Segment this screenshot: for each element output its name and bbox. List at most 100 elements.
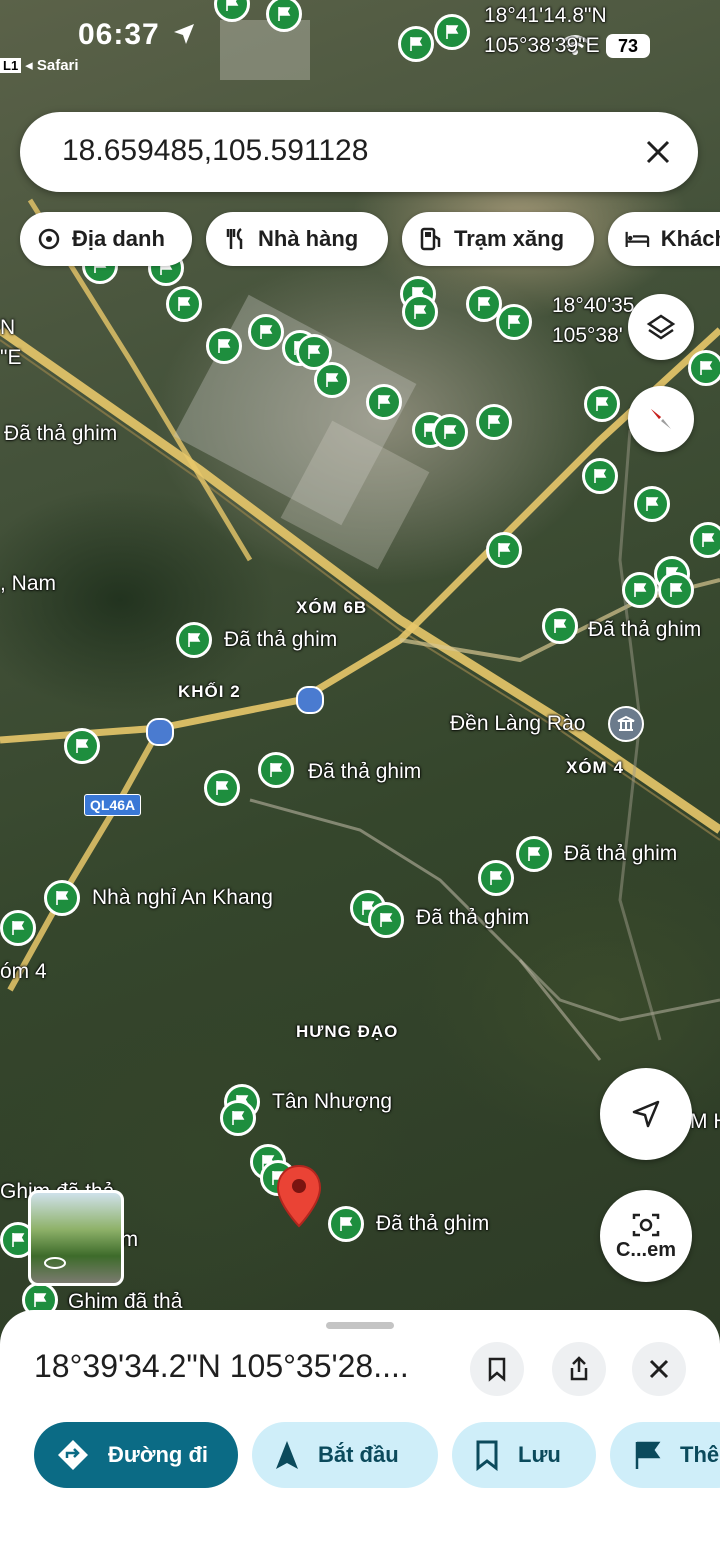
chip-hotels[interactable]: Khách: [608, 212, 720, 266]
satellite-map[interactable]: 06:37 L1 ◂ Safari 73 18°41'14.8"N 105°38'…: [0, 0, 720, 1340]
close-sheet-button[interactable]: [632, 1342, 686, 1396]
saved-place-flag-icon[interactable]: [402, 294, 438, 330]
saved-place-flag-icon[interactable]: [206, 328, 242, 364]
saved-place-flag-icon[interactable]: [398, 26, 434, 62]
saved-place-flag-icon[interactable]: [0, 910, 36, 946]
back-label: ◂ Safari: [25, 57, 79, 74]
saved-place-flag-icon[interactable]: [204, 770, 240, 806]
coordinate-label: 18°41'14.8"N: [484, 4, 607, 27]
start-label: Bắt đầu: [318, 1442, 399, 1467]
my-location-button[interactable]: [600, 1068, 692, 1160]
place-bottom-sheet[interactable]: 18°39'34.2"N 105°35'28.... Đường đi Bắt …: [0, 1310, 720, 1560]
saved-place-flag-icon[interactable]: [64, 728, 100, 764]
place-name: KHỐI 2: [178, 682, 241, 701]
add-label-button[interactable]: Thê: [610, 1422, 720, 1488]
directions-button[interactable]: Đường đi: [34, 1422, 238, 1488]
save-place-button[interactable]: [470, 1342, 524, 1396]
pin-label[interactable]: Tân Nhượng: [272, 1090, 392, 1114]
saved-place-flag-icon[interactable]: [690, 522, 720, 558]
layers-button[interactable]: [628, 294, 694, 360]
pin-label[interactable]: Đã thả ghim: [224, 628, 337, 652]
back-to-safari[interactable]: L1 ◂ Safari: [0, 56, 79, 74]
pin-label: M H: [690, 1110, 720, 1133]
compass-button[interactable]: [628, 386, 694, 452]
landmark-icon: [38, 228, 60, 250]
clear-search-icon[interactable]: [640, 134, 676, 170]
pin-label[interactable]: Đã thả ghim: [308, 760, 421, 784]
saved-place-flag-icon[interactable]: [258, 752, 294, 788]
pin-label: óm 4: [0, 960, 47, 983]
camera-search-button[interactable]: C...em: [600, 1190, 692, 1282]
saved-place-flag-icon[interactable]: [220, 1100, 256, 1136]
edge-label: N: [0, 316, 16, 339]
pin-label: , Nam: [0, 572, 57, 595]
route-shield: QL46A: [84, 794, 142, 816]
search-query[interactable]: 18.659485,105.591128: [62, 134, 368, 168]
directions-icon: [58, 1440, 88, 1470]
camera-button-label: C...em: [615, 1238, 677, 1261]
bus-stop-icon[interactable]: [146, 718, 174, 746]
pin-label[interactable]: Đã thả ghim: [588, 618, 701, 642]
coordinate-label: 105°38': [552, 324, 623, 347]
saved-place-flag-icon[interactable]: [658, 572, 694, 608]
saved-place-flag-icon[interactable]: [478, 860, 514, 896]
street-view-thumbnail[interactable]: [28, 1190, 124, 1286]
pin-label[interactable]: Nhà nghỉ An Khang: [92, 886, 273, 910]
saved-place-flag-icon[interactable]: [486, 532, 522, 568]
save-button[interactable]: Lưu: [452, 1422, 596, 1488]
saved-place-flag-icon[interactable]: [582, 458, 618, 494]
saved-place-flag-icon[interactable]: [634, 486, 670, 522]
pin-label[interactable]: Đã thả ghim: [376, 1212, 489, 1236]
saved-place-flag-icon[interactable]: [328, 1206, 364, 1242]
place-name: XÓM 6B: [296, 598, 368, 617]
pin-label[interactable]: Đã thả ghim: [4, 422, 117, 446]
close-icon: [649, 1359, 669, 1379]
share-icon: [570, 1356, 588, 1381]
saved-place-flag-icon[interactable]: [366, 384, 402, 420]
search-bar[interactable]: 18.659485,105.591128: [20, 112, 698, 192]
chip-gas-stations[interactable]: Trạm xăng: [402, 212, 594, 266]
saved-place-flag-icon[interactable]: [368, 902, 404, 938]
saved-place-flag-icon[interactable]: [476, 404, 512, 440]
temple-icon[interactable]: [608, 706, 644, 742]
saved-place-flag-icon[interactable]: [166, 286, 202, 322]
saved-place-flag-icon[interactable]: [314, 362, 350, 398]
pin-label[interactable]: Đã thả ghim: [416, 906, 529, 930]
place-name[interactable]: Đền Làng Rào: [450, 712, 585, 736]
share-button[interactable]: [552, 1342, 606, 1396]
chip-label: Trạm xăng: [454, 226, 565, 251]
saved-place-flag-icon[interactable]: [688, 350, 720, 386]
layers-icon: [646, 314, 676, 340]
saved-place-flag-icon[interactable]: [434, 14, 470, 50]
sheet-drag-handle[interactable]: [326, 1322, 394, 1329]
chip-landmarks[interactable]: Địa danh: [20, 212, 192, 266]
place-name: XÓM 4: [566, 758, 624, 777]
selected-pin-icon[interactable]: [276, 1164, 322, 1230]
saved-place-flag-icon[interactable]: [248, 314, 284, 350]
saved-place-flag-icon[interactable]: [432, 414, 468, 450]
start-button[interactable]: Bắt đầu: [252, 1422, 438, 1488]
category-chips: Địa danh Nhà hàng Trạm xăng Khách: [20, 212, 720, 268]
saved-place-flag-icon[interactable]: [622, 572, 658, 608]
add-label-label: Thê: [680, 1442, 720, 1467]
place-coordinates: 18°39'34.2"N 105°35'28....: [34, 1348, 409, 1384]
carrier-badge: L1: [0, 58, 22, 73]
saved-place-flag-icon[interactable]: [176, 622, 212, 658]
saved-place-flag-icon[interactable]: [542, 608, 578, 644]
directions-label: Đường đi: [108, 1442, 208, 1467]
pin-label[interactable]: Đã thả ghim: [564, 842, 677, 866]
navigation-icon: [276, 1441, 298, 1469]
gas-station-icon: [420, 227, 441, 251]
bus-stop-icon[interactable]: [296, 686, 324, 714]
camera-icon: [632, 1213, 660, 1236]
flag-icon: [635, 1441, 661, 1469]
save-label: Lưu: [518, 1442, 561, 1467]
navigation-arrow-icon: [632, 1100, 660, 1128]
saved-place-flag-icon[interactable]: [584, 386, 620, 422]
restaurant-icon: [226, 228, 243, 249]
chip-restaurants[interactable]: Nhà hàng: [206, 212, 388, 266]
battery-indicator: 73: [606, 34, 650, 58]
saved-place-flag-icon[interactable]: [496, 304, 532, 340]
saved-place-flag-icon[interactable]: [516, 836, 552, 872]
saved-place-flag-icon[interactable]: [44, 880, 80, 916]
